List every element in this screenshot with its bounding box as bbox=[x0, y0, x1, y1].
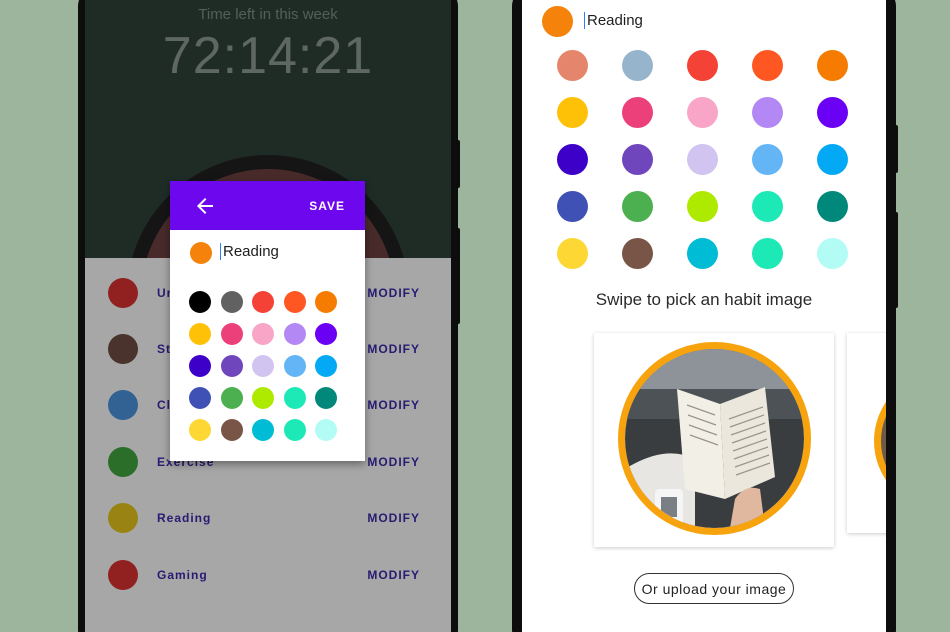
color-swatch[interactable] bbox=[817, 97, 848, 128]
color-swatch[interactable] bbox=[557, 50, 588, 81]
dialog-toolbar: SAVE bbox=[170, 181, 365, 230]
selected-color-dot bbox=[542, 6, 573, 37]
habit-image bbox=[618, 342, 811, 535]
color-swatch[interactable] bbox=[283, 419, 306, 441]
color-swatch[interactable] bbox=[315, 291, 337, 313]
color-swatch[interactable] bbox=[557, 238, 588, 269]
color-swatch[interactable] bbox=[220, 419, 243, 441]
color-swatch[interactable] bbox=[687, 191, 718, 222]
color-swatch[interactable] bbox=[283, 387, 306, 409]
habit-image-card[interactable] bbox=[847, 333, 886, 533]
color-palette bbox=[557, 50, 848, 269]
save-button[interactable]: SAVE bbox=[309, 199, 345, 213]
color-swatch[interactable] bbox=[252, 387, 274, 409]
color-swatch[interactable] bbox=[817, 50, 848, 81]
habit-name-input[interactable]: Reading bbox=[220, 243, 279, 260]
left-phone: Time left in this week 72:14:21 Ur MODIF… bbox=[78, 0, 458, 632]
color-swatch[interactable] bbox=[557, 144, 588, 175]
color-swatch[interactable] bbox=[817, 191, 848, 222]
color-swatch[interactable] bbox=[752, 50, 783, 81]
left-screen: Time left in this week 72:14:21 Ur MODIF… bbox=[85, 0, 451, 632]
habit-image-card[interactable] bbox=[594, 333, 834, 547]
color-swatch[interactable] bbox=[315, 355, 337, 377]
phone-side-button bbox=[894, 212, 898, 308]
color-swatch[interactable] bbox=[189, 355, 211, 377]
habit-image bbox=[874, 371, 886, 511]
selected-color-dot bbox=[190, 242, 212, 264]
color-swatch[interactable] bbox=[189, 387, 211, 409]
color-picker-dialog: SAVE Reading bbox=[170, 181, 365, 461]
color-swatch[interactable] bbox=[252, 419, 274, 441]
color-swatch[interactable] bbox=[189, 291, 211, 313]
color-swatch[interactable] bbox=[189, 323, 211, 345]
color-swatch[interactable] bbox=[252, 291, 274, 313]
color-swatch[interactable] bbox=[817, 238, 848, 269]
color-swatch[interactable] bbox=[687, 97, 718, 128]
upload-image-button[interactable]: Or upload your image bbox=[634, 573, 794, 604]
color-swatch[interactable] bbox=[557, 191, 588, 222]
color-swatch[interactable] bbox=[622, 191, 653, 222]
phone-side-button bbox=[456, 140, 460, 188]
right-phone: Reading Swipe to pick an habit image Or … bbox=[512, 0, 896, 632]
right-screen: Reading Swipe to pick an habit image Or … bbox=[522, 0, 886, 632]
color-swatch[interactable] bbox=[220, 323, 243, 345]
color-swatch[interactable] bbox=[283, 291, 306, 313]
habit-name-input[interactable]: Reading bbox=[584, 12, 643, 29]
color-swatch[interactable] bbox=[220, 387, 243, 409]
color-swatch[interactable] bbox=[622, 50, 653, 81]
phone-side-button bbox=[456, 228, 460, 324]
color-swatch[interactable] bbox=[817, 144, 848, 175]
color-palette bbox=[189, 291, 337, 441]
color-swatch[interactable] bbox=[315, 387, 337, 409]
color-swatch[interactable] bbox=[315, 419, 337, 441]
color-swatch[interactable] bbox=[283, 355, 306, 377]
color-swatch[interactable] bbox=[252, 323, 274, 345]
color-swatch[interactable] bbox=[220, 355, 243, 377]
color-swatch[interactable] bbox=[752, 97, 783, 128]
color-swatch[interactable] bbox=[315, 323, 337, 345]
color-swatch[interactable] bbox=[557, 97, 588, 128]
arrow-back-icon[interactable] bbox=[193, 194, 217, 218]
color-swatch[interactable] bbox=[622, 97, 653, 128]
color-swatch[interactable] bbox=[752, 144, 783, 175]
color-swatch[interactable] bbox=[752, 191, 783, 222]
color-swatch[interactable] bbox=[283, 323, 306, 345]
color-swatch[interactable] bbox=[687, 144, 718, 175]
color-swatch[interactable] bbox=[687, 238, 718, 269]
color-swatch[interactable] bbox=[220, 291, 243, 313]
color-swatch[interactable] bbox=[687, 50, 718, 81]
color-swatch[interactable] bbox=[189, 419, 211, 441]
color-swatch[interactable] bbox=[252, 355, 274, 377]
color-swatch[interactable] bbox=[622, 238, 653, 269]
swipe-hint: Swipe to pick an habit image bbox=[595, 290, 813, 309]
color-swatch[interactable] bbox=[752, 238, 783, 269]
color-swatch[interactable] bbox=[622, 144, 653, 175]
phone-side-button bbox=[894, 125, 898, 173]
